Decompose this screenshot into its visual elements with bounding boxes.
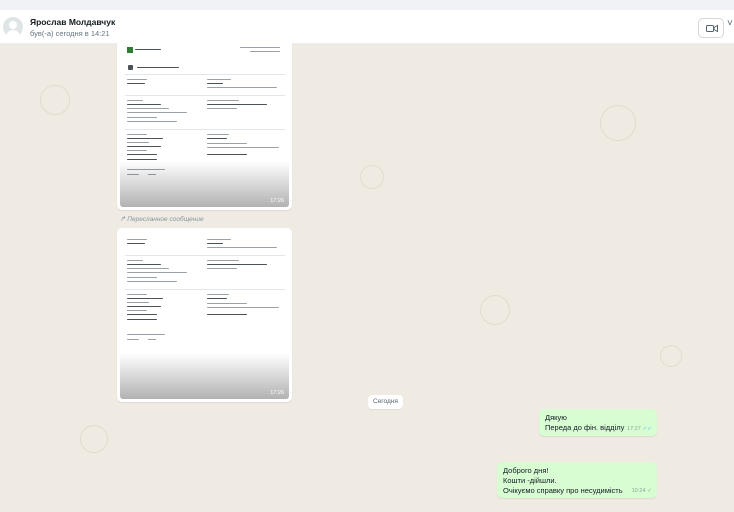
double-check-icon: ✓✓ xyxy=(642,426,652,432)
date-separator: Сегодня xyxy=(368,395,403,409)
image-message[interactable]: 17:26 xyxy=(117,228,292,402)
voice-call-button[interactable]: ˅ xyxy=(727,18,734,38)
message-text: Очікуємо справку про несудимість xyxy=(503,486,623,495)
video-call-button[interactable] xyxy=(698,18,724,38)
message-meta: 17:27 ✓✓ xyxy=(627,426,652,432)
message-meta: 10:24 ✓ xyxy=(632,488,652,494)
image-message[interactable]: 17:26 xyxy=(117,40,292,210)
message-text: Кошти -дійшли. xyxy=(503,476,557,485)
message-text: Дякую xyxy=(545,413,567,422)
outgoing-message[interactable]: Доброго дня! Кошти -дійшли. Очікуємо спр… xyxy=(497,462,657,498)
document-thumbnail[interactable]: 17:26 xyxy=(120,43,289,207)
message-time: 10:24 xyxy=(631,488,646,494)
wallpaper-doodle xyxy=(660,345,682,367)
document-thumbnail[interactable]: 17:26 xyxy=(120,231,289,399)
outgoing-message[interactable]: Дякую Переда до фін. відділу 17:27 ✓✓ xyxy=(539,409,657,436)
forwarded-label: ↱ Пересланное сообщение xyxy=(120,216,204,223)
message-time: 17:27 xyxy=(627,426,641,432)
wallpaper-doodle xyxy=(40,85,70,115)
message-time: 17:26 xyxy=(270,198,284,204)
wallpaper-doodle xyxy=(480,295,510,325)
last-seen-status: був(-а) сегодня в 14:21 xyxy=(30,29,110,38)
wallpaper-doodle xyxy=(600,105,636,141)
video-camera-icon xyxy=(706,24,718,33)
wallpaper-doodle xyxy=(80,425,108,453)
message-time: 17:26 xyxy=(270,390,284,396)
chat-area[interactable] xyxy=(0,45,734,512)
phone-icon: ˅ xyxy=(727,18,733,29)
single-check-icon: ✓ xyxy=(647,488,652,494)
contact-name[interactable]: Ярослав Молдавчук xyxy=(30,17,115,27)
bank-logo xyxy=(127,47,133,53)
window-top-strip xyxy=(0,0,734,10)
chat-header[interactable]: Ярослав Молдавчук був(-а) сегодня в 14:2… xyxy=(0,10,734,44)
message-text: Доброго дня! xyxy=(503,466,549,475)
avatar[interactable] xyxy=(3,17,23,37)
wallpaper-doodle xyxy=(360,165,384,189)
